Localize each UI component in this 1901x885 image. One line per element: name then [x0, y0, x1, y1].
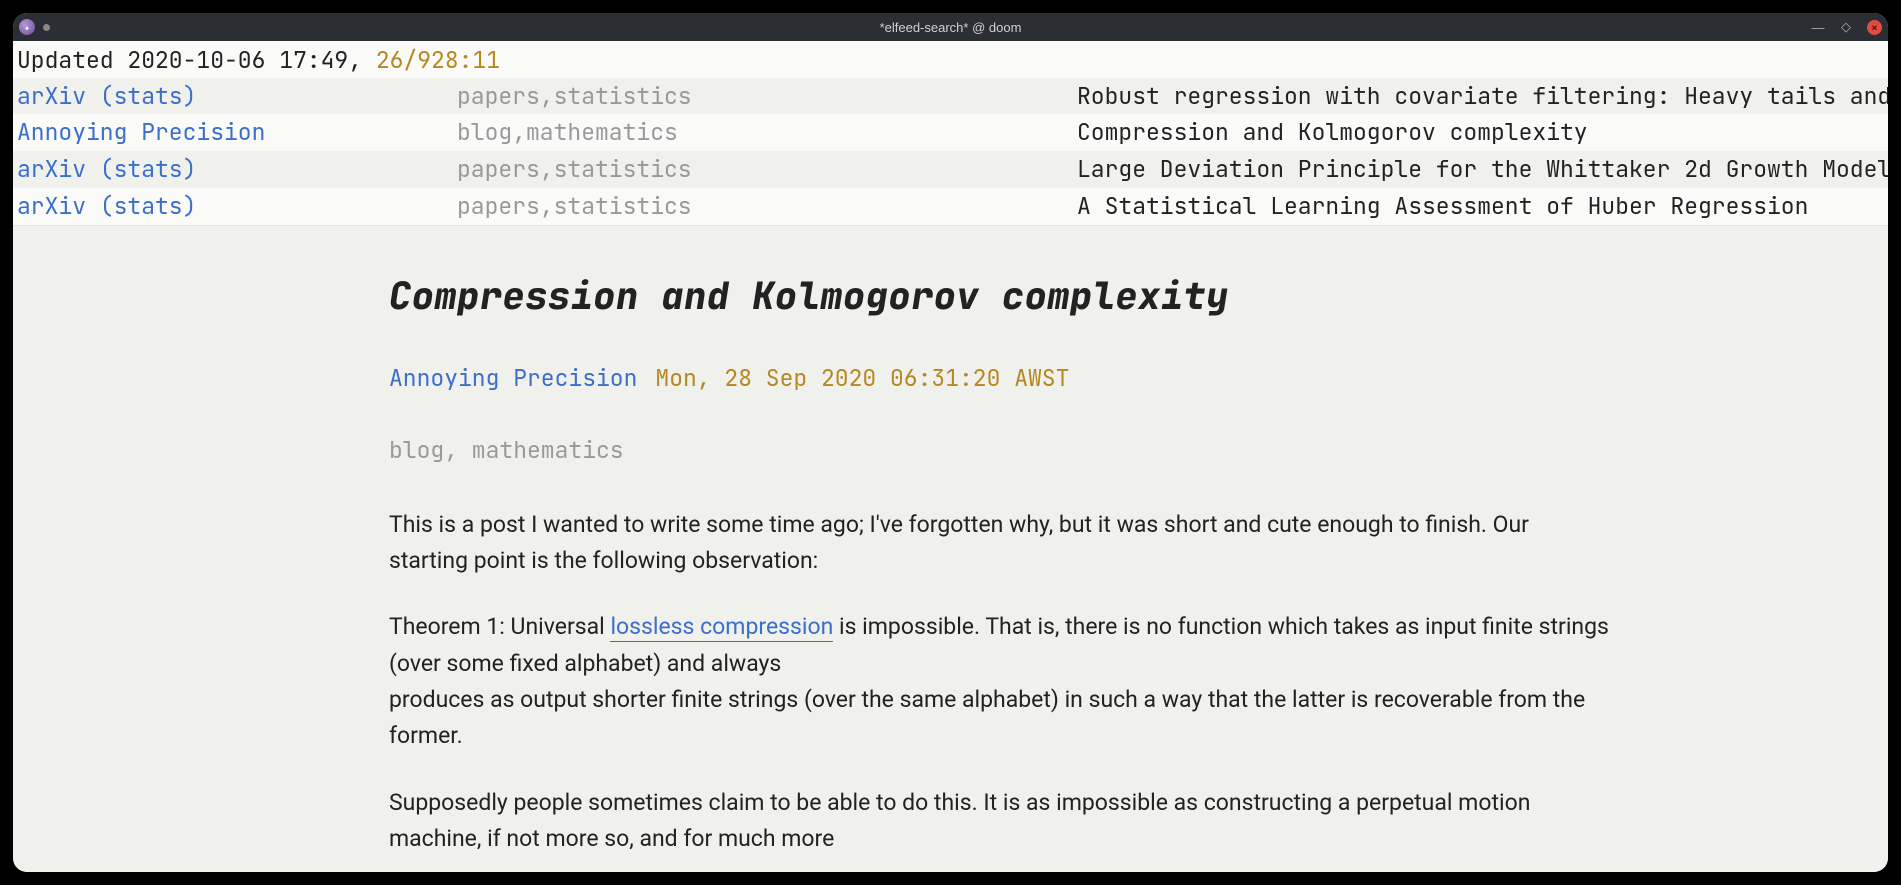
feed-row[interactable]: arXiv (stats)papers,statisticsA Statisti… — [13, 188, 1888, 225]
feed-tags: papers,statistics — [457, 78, 1077, 115]
maximize-button[interactable]: ◇ — [1839, 19, 1853, 35]
feed-source: arXiv (stats) — [17, 78, 457, 115]
feed-title: A Statistical Learning Assessment of Hub… — [1077, 188, 1808, 225]
feed-title: Large Deviation Principle for the Whitta… — [1077, 151, 1888, 188]
window-titlebar: ✦ *elfeed-search* @ doom — ◇ ✕ — [13, 13, 1888, 41]
article-tags: blog, mathematics — [389, 435, 1609, 465]
article-paragraph: This is a post I wanted to write some ti… — [389, 507, 1609, 580]
feed-source: arXiv (stats) — [17, 188, 457, 225]
article-body: This is a post I wanted to write some ti… — [389, 507, 1609, 858]
feed-tags: papers,statistics — [457, 188, 1077, 225]
window-title: *elfeed-search* @ doom — [13, 20, 1888, 35]
article-paragraph: Supposedly people sometimes claim to be … — [389, 785, 1609, 858]
lossless-compression-link[interactable]: lossless compression — [610, 613, 833, 642]
feed-tags: papers,statistics — [457, 151, 1077, 188]
feed-source: arXiv (stats) — [17, 151, 457, 188]
feed-row[interactable]: arXiv (stats)papers,statisticsRobust reg… — [13, 78, 1888, 115]
close-button[interactable]: ✕ — [1867, 20, 1882, 35]
elfeed-status-line: Updated 2020-10-06 17:49, 26/928:11 — [13, 41, 1888, 78]
feed-title: Robust regression with covariate filteri… — [1077, 78, 1888, 115]
minimize-button[interactable]: — — [1811, 20, 1825, 35]
feed-row[interactable]: arXiv (stats)papers,statisticsLarge Devi… — [13, 151, 1888, 188]
article-title: Compression and Kolmogorov complexity — [389, 272, 1609, 321]
article-date: Mon, 28 Sep 2020 06:31:20 AWST — [655, 363, 1069, 393]
feed-source: Annoying Precision — [17, 114, 457, 151]
emacs-app-icon: ✦ — [19, 19, 35, 35]
article-meta: Annoying Precision Mon, 28 Sep 2020 06:31… — [389, 363, 1609, 393]
elfeed-search-list[interactable]: arXiv (stats)papers,statisticsRobust reg… — [13, 78, 1888, 225]
feed-row[interactable]: Annoying Precisionblog,mathematicsCompre… — [13, 114, 1888, 151]
feed-tags: blog,mathematics — [457, 114, 1077, 151]
article-paragraph: Theorem 1: Universal lossless compressio… — [389, 609, 1609, 754]
elfeed-show-pane[interactable]: Compression and Kolmogorov complexity An… — [13, 225, 1888, 872]
article-source: Annoying Precision — [389, 363, 637, 393]
feed-title: Compression and Kolmogorov complexity — [1077, 114, 1588, 151]
unsaved-indicator-icon — [43, 24, 50, 31]
